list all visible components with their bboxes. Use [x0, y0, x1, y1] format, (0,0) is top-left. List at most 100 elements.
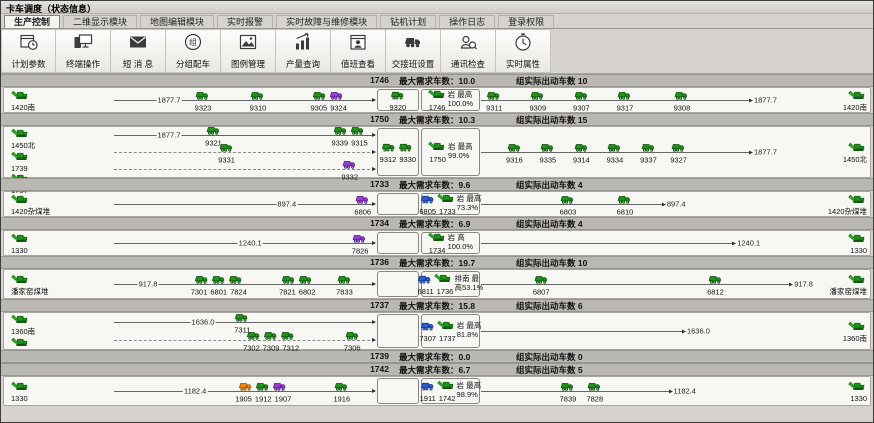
truck-group[interactable]: 9307 — [573, 88, 590, 112]
truck-7821[interactable] — [281, 272, 297, 288]
source-1330[interactable]: 1330 — [11, 232, 114, 255]
truck-9332[interactable] — [342, 157, 358, 173]
dest-1450北[interactable]: 1450北 — [843, 141, 867, 164]
source-1330[interactable]: 1330 — [11, 380, 114, 403]
toolbar-button-6[interactable]: 产量查询 — [276, 29, 331, 73]
truck-9335[interactable] — [540, 140, 556, 156]
dest-1420杂煤堆[interactable]: 1420杂煤堆 — [828, 193, 867, 216]
shovel-box-1746[interactable]: 1746岩 最高100.0% — [421, 89, 480, 111]
truck-group[interactable]: 78216802 — [279, 272, 315, 296]
truck-group[interactable]: 6803 — [560, 192, 577, 216]
excavator-1736[interactable] — [434, 272, 453, 288]
truck-group[interactable]: 730273097312 — [243, 328, 299, 352]
truck-group[interactable]: 9337 — [640, 140, 657, 164]
toolbar-button-2[interactable]: 终端操作 — [56, 29, 111, 73]
truck-1905[interactable] — [238, 379, 254, 395]
source-潘家窑煤堆[interactable]: 潘家窑煤堆 — [11, 273, 114, 296]
toolbar-button-9[interactable]: 通讯检查 — [441, 29, 496, 73]
truck-group[interactable]: 9308 — [674, 88, 691, 112]
truck-9334[interactable] — [607, 140, 623, 156]
truck-9327[interactable] — [671, 140, 687, 156]
excavator-1737[interactable] — [437, 319, 456, 335]
truck-9308[interactable] — [674, 88, 690, 104]
queue-box-1733[interactable] — [377, 193, 419, 215]
truck-group[interactable]: 9327 — [670, 140, 687, 164]
truck-7824[interactable] — [228, 272, 244, 288]
truck-1912[interactable] — [255, 379, 271, 395]
truck-9314[interactable] — [573, 140, 589, 156]
tab-7[interactable]: 操作日志 — [439, 15, 495, 28]
truck-group[interactable]: 7839 — [560, 379, 577, 403]
truck-9320[interactable] — [390, 88, 406, 104]
truck-7301[interactable] — [194, 272, 210, 288]
tab-8[interactable]: 登录权限 — [498, 15, 554, 28]
truck-9317[interactable] — [617, 88, 633, 104]
tab-5[interactable]: 实时故障与维修模块 — [276, 15, 377, 28]
excavator-1746[interactable] — [428, 88, 447, 104]
shovel-box-1733[interactable]: 68051733岩 最高73.3% — [421, 193, 480, 215]
truck-7307[interactable] — [420, 319, 436, 335]
truck-group[interactable]: 1916 — [333, 379, 350, 403]
excavator-1733[interactable] — [437, 192, 456, 208]
truck-group[interactable]: 93059324 — [311, 88, 347, 112]
truck-group[interactable]: 730168017824 — [191, 272, 247, 296]
dest-潘家窑煤堆[interactable]: 潘家窑煤堆 — [830, 273, 868, 296]
shovel-box-1734[interactable]: 1734岩 高100.0% — [421, 232, 480, 254]
truck-1916[interactable] — [334, 379, 350, 395]
queue-box-1736[interactable] — [377, 271, 419, 297]
toolbar-button-8[interactable]: 交接班设置 — [386, 29, 441, 73]
shovel-box-1736[interactable]: 68111736排南 最高53.1% — [421, 271, 480, 297]
truck-9324[interactable] — [329, 88, 345, 104]
truck-9305[interactable] — [312, 88, 328, 104]
truck-6807[interactable] — [533, 272, 549, 288]
truck-group[interactable]: 6806 — [354, 192, 371, 216]
truck-9316[interactable] — [506, 140, 522, 156]
source-1360南[interactable]: 1360南 — [11, 313, 114, 336]
truck-group[interactable]: 9317 — [617, 88, 634, 112]
truck-9311[interactable] — [486, 88, 502, 104]
truck-group[interactable]: 9309 — [529, 88, 546, 112]
truck-group[interactable]: 7828 — [586, 379, 603, 403]
truck-group[interactable]: 7833 — [336, 272, 353, 296]
truck-9337[interactable] — [640, 140, 656, 156]
truck-6803[interactable] — [560, 192, 576, 208]
truck-group[interactable]: 9331 — [218, 140, 235, 164]
truck-7839[interactable] — [560, 379, 576, 395]
truck-group[interactable]: 93399315 — [331, 124, 367, 148]
truck-7311[interactable] — [234, 310, 250, 326]
shovel-box-1750[interactable]: 1750岩 最高99.0% — [421, 128, 480, 176]
truck-group[interactable]: 7826 — [352, 231, 369, 255]
toolbar-button-5[interactable]: 图例管理 — [221, 29, 276, 73]
truck-group[interactable]: 9316 — [506, 140, 523, 164]
dest-1420南[interactable]: 1420南 — [843, 89, 867, 112]
truck-6802[interactable] — [298, 272, 314, 288]
truck-9310[interactable] — [250, 88, 266, 104]
truck-7306[interactable] — [344, 328, 360, 344]
truck-7302[interactable] — [246, 328, 262, 344]
truck-group[interactable]: 6810 — [617, 192, 634, 216]
truck-7828[interactable] — [587, 379, 603, 395]
truck-6806[interactable] — [355, 192, 371, 208]
truck-6801[interactable] — [211, 272, 227, 288]
truck-9321[interactable] — [206, 124, 222, 140]
truck-group[interactable]: 7306 — [344, 328, 361, 352]
queue-box-1737[interactable] — [377, 314, 419, 348]
truck-group[interactable]: 9310 — [250, 88, 267, 112]
tab-3[interactable]: 地图编辑模块 — [140, 15, 214, 28]
shovel-box-1737[interactable]: 73071737岩 最高81.8% — [421, 314, 480, 348]
dest-1360南[interactable]: 1360南 — [843, 320, 867, 343]
truck-group[interactable]: 9332 — [341, 157, 358, 181]
source-1450北[interactable]: 1450北 — [11, 127, 114, 150]
truck-6811[interactable] — [417, 272, 433, 288]
truck-1907[interactable] — [272, 379, 288, 395]
source-1739[interactable]: 1739 — [11, 150, 114, 173]
tab-2[interactable]: 二维显示模块 — [63, 15, 137, 28]
source-1420杂煤堆[interactable]: 1420杂煤堆 — [11, 193, 114, 216]
dest-1330[interactable]: 1330 — [848, 380, 867, 403]
queue-box-1742[interactable] — [377, 378, 419, 404]
truck-group[interactable]: 190519121907 — [235, 379, 291, 403]
truck-6812[interactable] — [707, 272, 723, 288]
excavator-1742[interactable] — [437, 379, 456, 395]
truck-group[interactable]: 9323 — [195, 88, 212, 112]
toolbar-button-1[interactable]: 计划参数 — [1, 29, 56, 73]
